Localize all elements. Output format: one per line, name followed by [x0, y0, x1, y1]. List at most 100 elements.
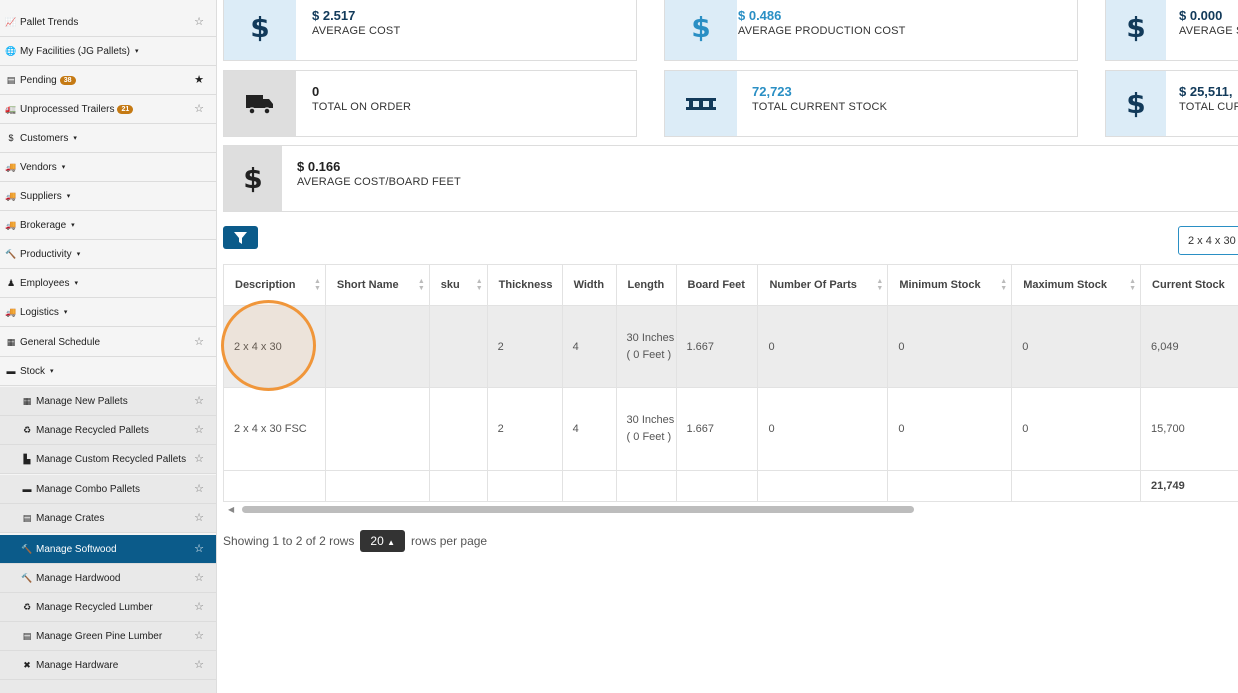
sidebar-item-customers[interactable]: $ Customers ▾	[0, 124, 216, 153]
sidebar-item-employees[interactable]: ♟ Employees ▾	[0, 269, 216, 298]
sidebar-subitem-manage-recycled-lumber[interactable]: ♻ Manage Recycled Lumber ☆	[0, 593, 216, 622]
sidebar-subitem-manage-recycled-pallets[interactable]: ♻ Manage Recycled Pallets ☆	[0, 416, 216, 445]
caret-down-icon: ▾	[61, 164, 66, 171]
dollar-icon: $	[8, 133, 14, 143]
star-icon[interactable]: ☆	[194, 335, 204, 348]
cell-sku	[428, 387, 488, 471]
recycle-icon: ♻	[22, 601, 32, 612]
table-row[interactable]: 2 x 4 x 30 2 4 30 Inches ( 0 Feet ) 1.66…	[223, 305, 1238, 388]
cell-length: 30 Inches ( 0 Feet )	[615, 387, 677, 471]
horizontal-scrollbar[interactable]: ◀	[223, 504, 1238, 514]
sidebar-item-my-facilities[interactable]: 🌐 My Facilities (JG Pallets) ▾	[0, 37, 216, 66]
star-icon[interactable]: ☆	[194, 629, 204, 642]
sidebar-subitem-manage-hardwood[interactable]: 🔨 Manage Hardwood ☆	[0, 564, 216, 593]
rows-per-page-dropdown[interactable]: 20 ▲	[360, 530, 406, 552]
pallet-icon: ▦	[22, 395, 32, 406]
sidebar-subitem-partial[interactable]	[0, 680, 216, 693]
globe-icon: 🌐	[5, 45, 17, 56]
cell-short-name	[324, 305, 430, 388]
cell-thickness: 2	[486, 305, 563, 388]
star-icon[interactable]: ☆	[194, 658, 204, 671]
sidebar-subitem-manage-hardware[interactable]: ✖ Manage Hardware ☆	[0, 651, 216, 680]
column-header-number-of-parts[interactable]: Number Of Parts ▲ ▼	[757, 264, 889, 306]
star-icon[interactable]: ☆	[194, 102, 204, 115]
dollar-icon: $	[665, 0, 737, 60]
star-icon[interactable]: ☆	[194, 511, 204, 524]
hammer-icon: 🔨	[21, 572, 33, 583]
sidebar-subitem-manage-softwood[interactable]: 🔨 Manage Softwood ☆	[0, 535, 216, 564]
column-header-sku[interactable]: sku ▲ ▼	[428, 264, 488, 306]
sidebar-subitem-manage-custom-recycled-pallets[interactable]: ▙ Manage Custom Recycled Pallets ☆	[0, 445, 216, 474]
sidebar-item-vendors[interactable]: 🚚 Vendors ▾	[0, 153, 216, 182]
sidebar-item-pending[interactable]: ▤ Pending 38 ★	[0, 66, 216, 95]
sidebar-subitem-manage-crates[interactable]: ▤ Manage Crates ☆	[0, 504, 216, 533]
sidebar-item-brokerage[interactable]: 🚚 Brokerage ▾	[0, 211, 216, 240]
sidebar-item-label: My Facilities (JG Pallets)	[20, 45, 131, 57]
sidebar-item-productivity[interactable]: 🔨 Productivity ▾	[0, 240, 216, 269]
sidebar-item-pallet-trends[interactable]: 📈 Pallet Trends ☆	[0, 8, 216, 37]
column-header-thickness[interactable]: Thickness	[486, 264, 563, 306]
caret-down-icon: ▾	[71, 222, 75, 229]
cell-current-stock: 15,700	[1140, 387, 1238, 471]
sidebar-item-label: Manage Hardware	[36, 659, 119, 671]
card-value: $ 0.486	[738, 8, 782, 23]
cell-current-stock: 6,049	[1140, 305, 1238, 388]
column-header-maximum-stock[interactable]: Maximum Stock ▲ ▼	[1011, 264, 1142, 306]
star-icon[interactable]: ☆	[194, 600, 204, 613]
card-label: AVERAGE PRODUCTION COST	[738, 25, 906, 37]
column-header-width[interactable]: Width	[561, 264, 617, 306]
sidebar-item-label: Productivity	[20, 248, 72, 260]
crate-icon: ▤	[22, 630, 32, 641]
sidebar-item-label: Customers	[20, 132, 69, 144]
star-icon[interactable]: ☆	[194, 394, 204, 407]
star-icon[interactable]: ☆	[194, 423, 204, 436]
sidebar-subitem-manage-green-pine-lumber[interactable]: ▤ Manage Green Pine Lumber ☆	[0, 622, 216, 651]
cell-sku	[428, 305, 488, 388]
pending-icon: ▤	[6, 74, 16, 85]
search-input[interactable]	[1178, 226, 1238, 255]
card-total-current-stock: 72,723 TOTAL CURRENT STOCK	[664, 70, 1078, 137]
scroll-left-arrow-icon[interactable]: ◀	[228, 505, 234, 514]
column-header-board-feet[interactable]: Board Feet	[675, 264, 759, 306]
cell-board-feet: 1.667	[675, 305, 759, 388]
star-icon[interactable]: ☆	[194, 452, 204, 465]
sort-icon: ▲ ▼	[417, 278, 425, 292]
sort-icon: ▲ ▼	[313, 278, 321, 292]
filter-button[interactable]	[223, 226, 258, 249]
hammer-icon: 🔨	[5, 248, 17, 259]
column-header-description[interactable]: Description ▲ ▼	[223, 264, 326, 306]
column-header-length[interactable]: Length	[615, 264, 677, 306]
scrollbar-thumb[interactable]	[242, 506, 914, 513]
click-highlight-marker	[221, 300, 316, 391]
sort-icon: ▲ ▼	[1129, 278, 1137, 292]
sidebar-item-label: Stock	[20, 365, 46, 377]
sidebar-subitem-manage-combo-pallets[interactable]: ▬ Manage Combo Pallets ☆	[0, 475, 216, 504]
star-icon[interactable]: ☆	[194, 15, 204, 28]
stock-table: Description ▲ ▼ Short Name ▲ ▼ sku ▲ ▼ Thickne…	[223, 264, 1238, 502]
cell-number-of-parts: 0	[757, 305, 889, 388]
card-value: 72,723	[752, 84, 792, 99]
sidebar-item-label: Logistics	[20, 306, 59, 318]
column-header-short-name[interactable]: Short Name ▲ ▼	[324, 264, 430, 306]
table-row[interactable]: 2 x 4 x 30 FSC 2 4 30 Inches ( 0 Feet ) …	[223, 387, 1238, 471]
star-icon[interactable]: ☆	[194, 571, 204, 584]
hammer-icon: 🔨	[21, 543, 33, 554]
column-header-minimum-stock[interactable]: Minimum Stock ▲ ▼	[887, 264, 1013, 306]
sidebar-item-suppliers[interactable]: 🚚 Suppliers ▾	[0, 182, 216, 211]
card-total-cur: $ $ 25,511, TOTAL CUR	[1105, 70, 1238, 137]
card-value: $ 25,511,	[1179, 84, 1233, 99]
sidebar-subitem-manage-new-pallets[interactable]: ▦ Manage New Pallets ☆	[0, 387, 216, 416]
star-icon[interactable]: ☆	[194, 482, 204, 495]
sidebar-item-general-schedule[interactable]: ▦ General Schedule ☆	[0, 328, 216, 357]
star-icon[interactable]: ★	[194, 73, 204, 86]
truck-icon: 🚚	[5, 306, 17, 317]
star-icon[interactable]: ☆	[194, 542, 204, 555]
truck-icon: 🚚	[5, 219, 17, 230]
pallet-icon: ▬	[22, 484, 32, 494]
column-header-current-stock[interactable]: Current Stock	[1140, 264, 1238, 306]
card-average-cost-board-feet: $ $ 0.166 AVERAGE COST/BOARD FEET	[223, 145, 1238, 212]
sidebar-item-logistics[interactable]: 🚚 Logistics ▾	[0, 298, 216, 327]
sidebar-item-unprocessed-trailers[interactable]: 🚛 Unprocessed Trailers 21 ☆	[0, 95, 216, 124]
sidebar-item-stock[interactable]: ▬ Stock ▾	[0, 357, 216, 386]
table-header-row: Description ▲ ▼ Short Name ▲ ▼ sku ▲ ▼ Thickne…	[223, 264, 1238, 306]
